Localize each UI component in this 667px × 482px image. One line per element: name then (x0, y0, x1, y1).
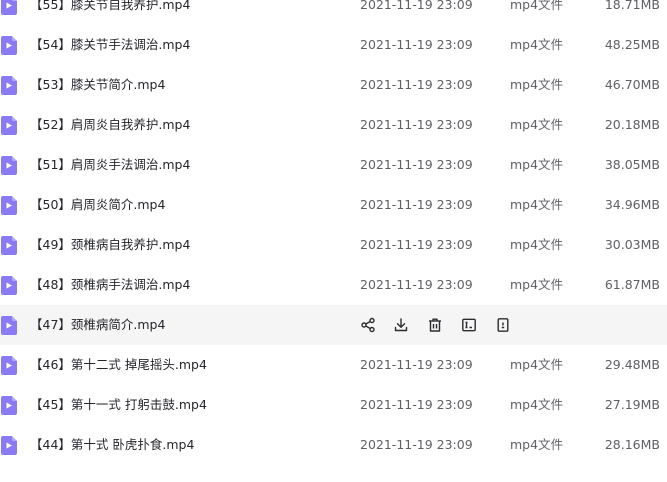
file-modified-date: 2021-11-19 23:09 (360, 0, 473, 12)
file-row[interactable]: 【51】肩周炎手法调治.mp4 2021-11-19 23:09 mp4文件 38.0… (0, 145, 667, 185)
file-modified-date: 2021-11-19 23:09 (360, 397, 473, 412)
file-type: mp4文件 (510, 157, 564, 172)
file-type: mp4文件 (510, 77, 564, 92)
file-name[interactable]: 【50】肩周炎简介.mp4 (30, 197, 165, 213)
file-name[interactable]: 【52】肩周炎自我养护.mp4 (30, 117, 190, 133)
file-name[interactable]: 【54】膝关节手法调治.mp4 (30, 37, 190, 53)
file-size: 34.96MB (604, 197, 660, 212)
video-file-icon (1, 76, 17, 95)
file-name[interactable]: 【46】第十二式 掉尾摇头.mp4 (30, 357, 207, 373)
delete-button[interactable] (425, 315, 445, 335)
file-row[interactable]: 【50】肩周炎简介.mp4 2021-11-19 23:09 mp4文件 34.96M… (0, 185, 667, 225)
file-name[interactable]: 【51】肩周炎手法调治.mp4 (30, 157, 190, 173)
video-file-icon (1, 436, 17, 455)
file-modified-date: 2021-11-19 23:09 (360, 77, 473, 92)
video-file-icon (1, 236, 17, 255)
file-name[interactable]: 【44】第十式 卧虎扑食.mp4 (30, 437, 194, 453)
file-size: 29.48MB (604, 357, 660, 372)
video-file-icon (1, 36, 17, 55)
file-row[interactable]: 【54】膝关节手法调治.mp4 2021-11-19 23:09 mp4文件 48.2… (0, 25, 667, 65)
file-row[interactable]: 【44】第十式 卧虎扑食.mp4 2021-11-19 23:09 mp4文件 28.… (0, 425, 667, 465)
file-type: mp4文件 (510, 117, 564, 132)
file-size: 20.18MB (604, 117, 660, 132)
download-button[interactable] (391, 315, 411, 335)
file-row[interactable]: 【55】膝关节自我养护.mp4 2021-11-19 23:09 mp4文件 18.7… (0, 0, 667, 25)
video-file-icon (1, 196, 17, 215)
video-file-icon (1, 276, 17, 295)
file-row[interactable]: 【46】第十二式 掉尾摇头.mp4 2021-11-19 23:09 mp4文件 29… (0, 345, 667, 385)
file-row[interactable]: 【48】颈椎病手法调治.mp4 2021-11-19 23:09 mp4文件 61.8… (0, 265, 667, 305)
file-size: 27.19MB (604, 397, 660, 412)
download-icon (393, 317, 409, 333)
video-file-icon (1, 156, 17, 175)
more-icon (495, 317, 511, 333)
share-button[interactable] (358, 315, 378, 335)
file-name[interactable]: 【48】颈椎病手法调治.mp4 (30, 277, 190, 293)
file-size: 30.03MB (604, 237, 660, 252)
file-modified-date: 2021-11-19 23:09 (360, 157, 473, 172)
file-type: mp4文件 (510, 397, 564, 412)
file-type: mp4文件 (510, 0, 564, 12)
file-size: 61.87MB (604, 277, 660, 292)
file-modified-date: 2021-11-19 23:09 (360, 237, 473, 252)
file-type: mp4文件 (510, 357, 564, 372)
rename-icon (461, 317, 477, 333)
file-list: 【55】膝关节自我养护.mp4 2021-11-19 23:09 mp4文件 18.7… (0, 0, 667, 467)
file-row[interactable]: 【49】颈椎病自我养护.mp4 2021-11-19 23:09 mp4文件 30.0… (0, 225, 667, 265)
file-modified-date: 2021-11-19 23:09 (360, 197, 473, 212)
file-modified-date: 2021-11-19 23:09 (360, 277, 473, 292)
video-file-icon (1, 396, 17, 415)
file-name[interactable]: 【53】膝关节简介.mp4 (30, 77, 165, 93)
file-size: 18.71MB (604, 0, 660, 12)
file-type: mp4文件 (510, 237, 564, 252)
delete-icon (427, 317, 443, 333)
file-type: mp4文件 (510, 437, 564, 452)
rename-button[interactable] (459, 315, 479, 335)
file-size: 38.05MB (604, 157, 660, 172)
share-icon (360, 317, 376, 333)
file-modified-date: 2021-11-19 23:09 (360, 357, 473, 372)
video-file-icon (1, 356, 17, 375)
file-name[interactable]: 【55】膝关节自我养护.mp4 (30, 0, 190, 13)
file-modified-date: 2021-11-19 23:09 (360, 437, 473, 452)
file-type: mp4文件 (510, 197, 564, 212)
file-modified-date: 2021-11-19 23:09 (360, 37, 473, 52)
file-type: mp4文件 (510, 277, 564, 292)
file-name[interactable]: 【47】颈椎病简介.mp4 (30, 317, 165, 333)
file-size: 46.70MB (604, 77, 660, 92)
video-file-icon (1, 116, 17, 135)
video-file-icon (1, 316, 17, 335)
file-row[interactable]: 【45】第十一式 打躬击鼓.mp4 2021-11-19 23:09 mp4文件 27… (0, 385, 667, 425)
file-size: 48.25MB (604, 37, 660, 52)
file-row[interactable]: 【47】颈椎病简介.mp4 (0, 305, 667, 345)
file-name[interactable]: 【45】第十一式 打躬击鼓.mp4 (30, 397, 207, 413)
file-row[interactable]: 【52】肩周炎自我养护.mp4 2021-11-19 23:09 mp4文件 20.1… (0, 105, 667, 145)
file-row[interactable]: 【53】膝关节简介.mp4 2021-11-19 23:09 mp4文件 46.70M… (0, 65, 667, 105)
file-modified-date: 2021-11-19 23:09 (360, 117, 473, 132)
file-type: mp4文件 (510, 37, 564, 52)
video-file-icon (1, 0, 17, 15)
more-button[interactable] (493, 315, 513, 335)
file-size: 28.16MB (604, 437, 660, 452)
file-name[interactable]: 【49】颈椎病自我养护.mp4 (30, 237, 190, 253)
